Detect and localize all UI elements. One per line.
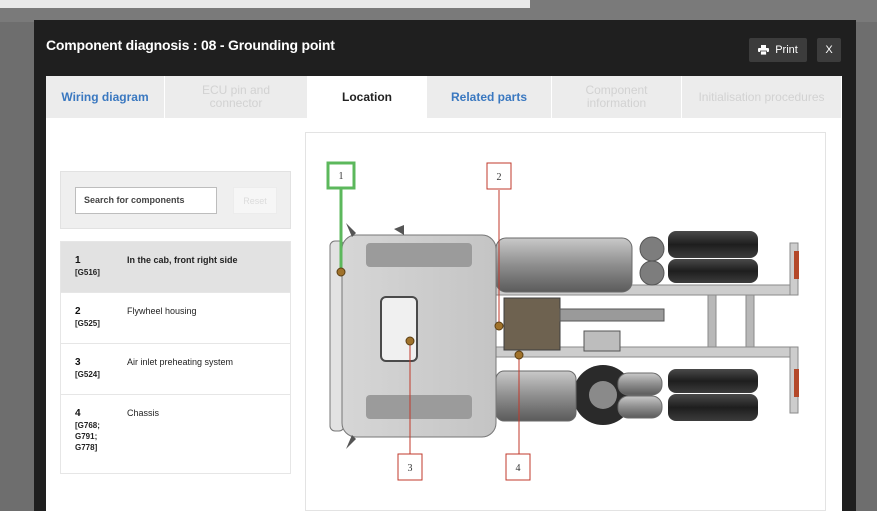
component-number: 2	[75, 306, 81, 317]
grounding-marker	[336, 267, 346, 277]
truck-engine	[503, 297, 665, 352]
page-backdrop	[0, 0, 877, 22]
component-item-3[interactable]: 3 [G524] Air inlet preheating system	[61, 344, 290, 395]
truck-cab	[329, 223, 497, 449]
search-box: Search for components Reset	[60, 171, 291, 229]
truck-location-diagram: 1 2 3 4	[326, 161, 799, 481]
reset-button[interactable]: Reset	[233, 187, 277, 214]
component-item-1[interactable]: 1 [G516] In the cab, front right side	[61, 242, 290, 293]
tab-related-parts[interactable]: Related parts	[427, 76, 552, 118]
component-number: 1	[75, 255, 81, 266]
component-code: [G524]	[75, 370, 100, 379]
component-code: [G525]	[75, 319, 100, 328]
print-label: Print	[775, 44, 798, 56]
callout-label-1: 1	[339, 171, 344, 182]
tab-bar: Wiring diagram ECU pin and connector Loc…	[46, 76, 842, 118]
close-button[interactable]: X	[817, 38, 841, 62]
component-code: [G516]	[75, 268, 100, 277]
component-description: In the cab, front right side	[127, 255, 238, 265]
component-side-panel: Search for components Reset 1 [G516] In …	[60, 171, 291, 474]
modal-content: Wiring diagram ECU pin and connector Loc…	[46, 76, 842, 511]
component-description: Flywheel housing	[127, 306, 197, 316]
callout-label-4: 4	[516, 463, 521, 474]
component-description: Chassis	[127, 408, 160, 418]
callout-label-3: 3	[408, 463, 413, 474]
print-button[interactable]: Print	[749, 38, 807, 62]
backdrop-strip	[0, 0, 530, 8]
location-diagram-panel: 1 2 3 4	[305, 132, 826, 511]
close-label: X	[825, 44, 833, 56]
callout-label-2: 2	[497, 172, 502, 183]
component-number: 3	[75, 357, 81, 368]
component-code: [G768; G791; G778]	[75, 421, 100, 452]
tab-ecu-pin-and-connector: ECU pin and connector	[165, 76, 308, 118]
component-item-4[interactable]: 4 [G768; G791; G778] Chassis	[61, 395, 290, 473]
component-number: 4	[75, 408, 81, 419]
component-item-2[interactable]: 2 [G525] Flywheel housing	[61, 293, 290, 344]
tab-location[interactable]: Location	[308, 76, 427, 118]
modal-title: Component diagnosis : 08 - Grounding poi…	[46, 37, 335, 53]
component-list: 1 [G516] In the cab, front right side 2 …	[60, 241, 291, 474]
component-description: Air inlet preheating system	[127, 357, 234, 367]
component-diagnosis-modal: Component diagnosis : 08 - Grounding poi…	[34, 20, 856, 511]
grounding-marker	[405, 336, 415, 346]
grounding-marker	[514, 350, 524, 360]
printer-icon	[758, 45, 770, 55]
search-input[interactable]: Search for components	[75, 187, 217, 214]
grounding-marker	[494, 321, 504, 331]
tab-component-information: Component information	[552, 76, 682, 118]
tab-wiring-diagram[interactable]: Wiring diagram	[46, 76, 165, 118]
tab-initialisation-procedures: Initialisation procedures	[682, 76, 842, 118]
